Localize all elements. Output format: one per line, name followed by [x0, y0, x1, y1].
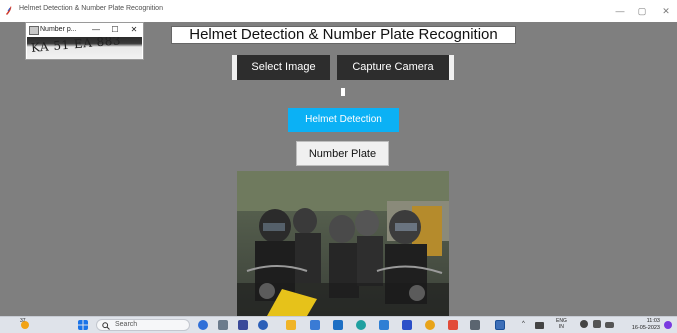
widget-icon[interactable] [238, 320, 248, 330]
minimize-button[interactable]: — [612, 4, 628, 18]
taskbar-clock[interactable]: 11:03 16-05-2023 [620, 318, 660, 332]
window-title: Helmet Detection & Number Plate Recognit… [19, 5, 163, 12]
vscode-icon[interactable] [379, 320, 389, 330]
window-app-icon [29, 26, 39, 35]
popup-titlebar[interactable]: Number p... — ☐ ✕ [26, 23, 143, 37]
edge-icon[interactable] [356, 320, 366, 330]
window-titlebar: Helmet Detection & Number Plate Recognit… [0, 0, 677, 22]
notification-icon[interactable] [664, 321, 672, 329]
number-plate-button[interactable]: Number Plate [296, 141, 389, 166]
popup-maximize-button[interactable]: ☐ [109, 24, 121, 36]
number-plate-crop: KA 51 EA 883 [27, 37, 142, 59]
wifi-icon[interactable] [580, 320, 588, 328]
windows-start-icon[interactable] [78, 320, 88, 330]
store-icon[interactable] [310, 320, 320, 330]
preview-image [237, 171, 449, 316]
app-icon[interactable] [402, 320, 412, 330]
language-indicator[interactable]: ENG IN [556, 318, 567, 330]
motorcyclists-photo [237, 171, 449, 316]
search-icon [102, 322, 110, 330]
region-code: IN [558, 324, 564, 330]
status-marker [341, 88, 345, 96]
file-explorer-icon[interactable] [286, 320, 296, 330]
plate-text: KA 51 EA 883 [30, 37, 122, 55]
chevron-up-icon[interactable]: ^ [522, 321, 525, 327]
clock-date: 16-05-2023 [631, 325, 660, 331]
browser-icon[interactable] [258, 320, 268, 330]
page-title: Helmet Detection & Number Plate Recognit… [171, 26, 516, 44]
brave-icon[interactable] [448, 320, 458, 330]
terminal-icon[interactable] [470, 320, 480, 330]
mail-icon[interactable] [333, 320, 343, 330]
capture-camera-button[interactable]: Capture Camera [337, 55, 454, 80]
taskbar-search-box[interactable]: Search [96, 319, 190, 331]
chrome-icon[interactable] [425, 320, 435, 330]
number-plate-popup[interactable]: Number p... — ☐ ✕ KA 51 EA 883 [25, 22, 144, 60]
helmet-detection-button[interactable]: Helmet Detection [288, 108, 399, 132]
maximize-button[interactable]: ▢ [634, 4, 650, 18]
clock-time: 11:03 [646, 318, 660, 324]
weather-temp: 37 [20, 318, 26, 324]
speaker-icon[interactable] [593, 320, 601, 328]
popup-minimize-button[interactable]: — [90, 24, 102, 36]
python-app-icon[interactable] [495, 320, 505, 330]
battery-icon[interactable] [605, 322, 614, 328]
popup-close-button[interactable]: ✕ [128, 24, 140, 36]
select-image-button[interactable]: Select Image [232, 55, 330, 80]
chat-icon[interactable] [198, 320, 208, 330]
task-view-icon[interactable] [218, 320, 228, 330]
close-button[interactable]: ✕ [658, 4, 674, 18]
taskbar: 37 Search ^ ENG IN 11:03 16-05-2023 [0, 316, 677, 333]
cloud-icon[interactable] [535, 322, 544, 329]
search-label: Search [115, 321, 138, 328]
popup-title: Number p... [40, 26, 77, 33]
feather-icon [6, 6, 12, 15]
